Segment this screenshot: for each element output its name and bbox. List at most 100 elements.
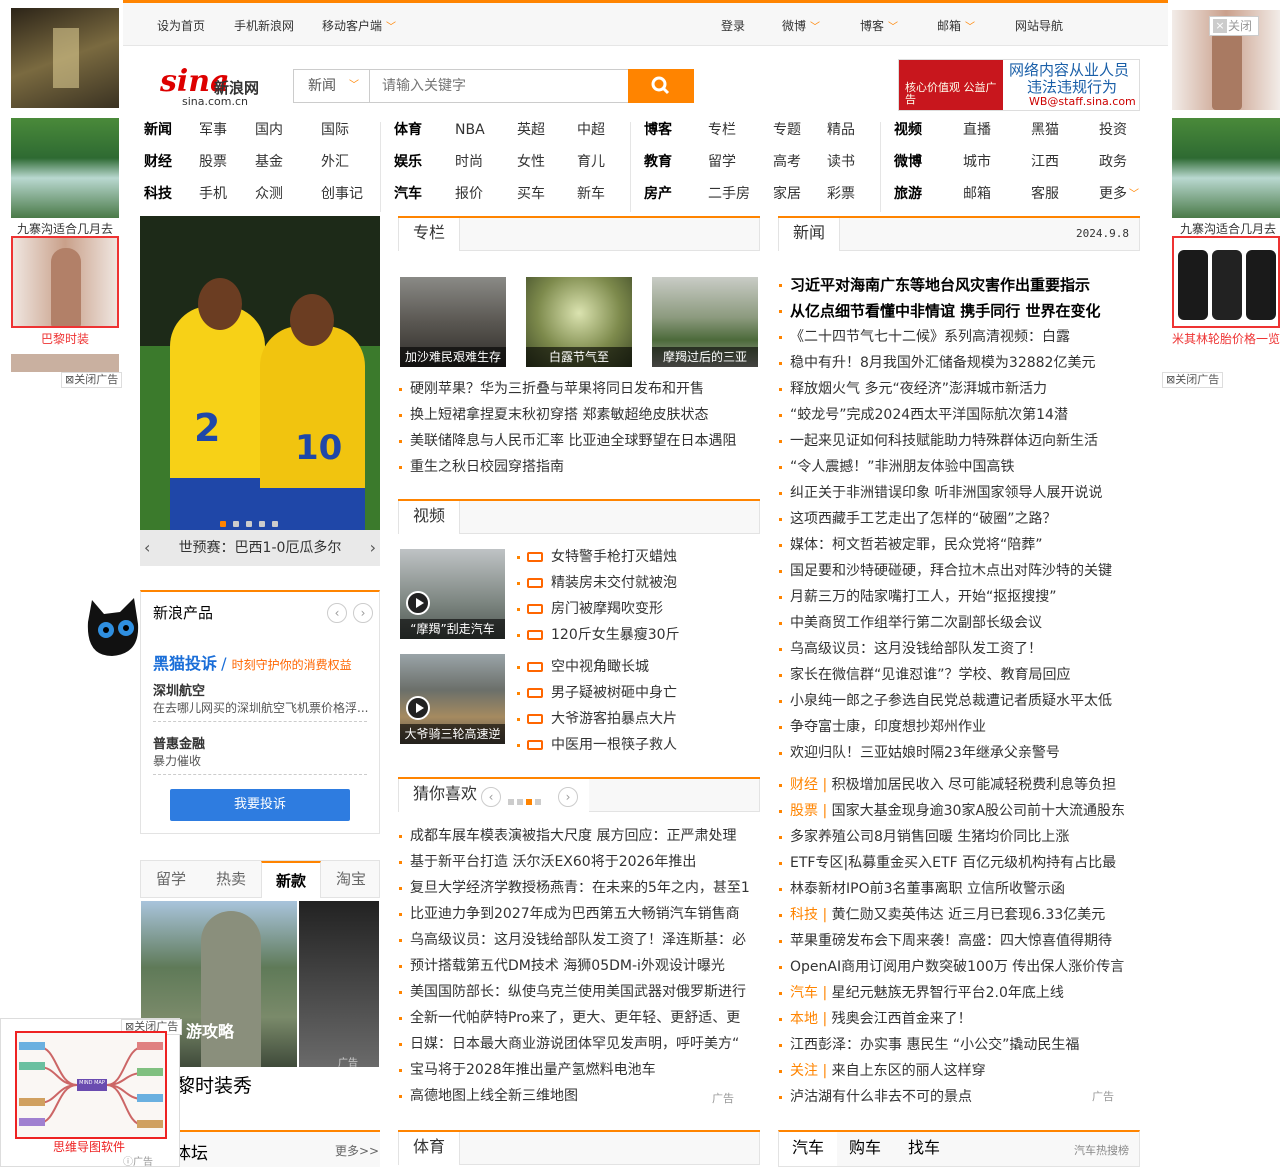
news-headline[interactable]: 习近平对海南广东等地台风灾害作出重要指示 bbox=[779, 272, 1140, 298]
carousel-dot[interactable] bbox=[233, 521, 239, 527]
video-item[interactable]: 120斤女生暴瘦30斤 bbox=[517, 622, 757, 648]
carousel-dot[interactable] bbox=[246, 521, 252, 527]
search-input[interactable] bbox=[372, 71, 622, 101]
chevron-left-icon[interactable]: ‹ bbox=[481, 787, 501, 807]
news-item[interactable]: 纠正关于非洲错误印象 听非洲国家领导人展开说说 bbox=[779, 480, 1140, 506]
nav-link[interactable]: 报价 bbox=[455, 185, 483, 203]
nav-link[interactable]: 基金 bbox=[255, 153, 283, 171]
thumb-gaza[interactable]: 加沙难民艰难生存 bbox=[400, 277, 506, 367]
weibo-menu[interactable]: 微博 ﹀ bbox=[782, 17, 820, 34]
news-tagged-item[interactable]: 林泰新材IPO前3名董事离职 立信所收警示函 bbox=[779, 876, 1140, 902]
nav-link[interactable]: 军事 bbox=[199, 121, 227, 139]
tab-liuxue[interactable]: 留学 bbox=[141, 861, 201, 898]
nav-link[interactable]: 娱乐 bbox=[394, 153, 422, 171]
news-item[interactable]: 国足要和沙特硬碰硬，拜合拉木点出对阵沙特的关键 bbox=[779, 558, 1140, 584]
chevron-right-icon[interactable]: › bbox=[370, 530, 376, 566]
ad-image-corridor[interactable] bbox=[11, 8, 119, 108]
news-item[interactable]: 这项西藏手工艺走出了怎样的“破圈”之路？ bbox=[779, 506, 1140, 532]
news-tagged-item[interactable]: 本地 | 残奥会江西首金来了！ bbox=[779, 1006, 1140, 1032]
nav-link[interactable]: 旅游 bbox=[894, 185, 922, 203]
news-item[interactable]: 争夺富士康，印度想抄郑州作业 bbox=[779, 714, 1140, 740]
video-item[interactable]: 房门被摩羯吹变形 bbox=[517, 596, 757, 622]
news-tagged-text[interactable]: 江西彭泽：办实事 惠民生 “小公交”撬动民生福 bbox=[790, 1037, 1079, 1053]
nav-link[interactable]: 投资 bbox=[1099, 121, 1127, 139]
news-tagged-item[interactable]: OpenAI商用订阅用户数突破100万 传出保人涨价传言 bbox=[779, 954, 1140, 980]
nav-link[interactable]: 众测 bbox=[255, 185, 283, 203]
chevron-left-icon[interactable]: ‹ bbox=[327, 603, 347, 623]
pager-dot[interactable] bbox=[508, 799, 514, 805]
search-category-select[interactable]: 新闻 ﹀ bbox=[294, 70, 370, 102]
news-tagged-item[interactable]: 江西彭泽：办实事 惠民生 “小公交”撬动民生福 bbox=[779, 1032, 1140, 1058]
nav-link[interactable]: 客服 bbox=[1031, 185, 1059, 203]
left-ad-caption-2[interactable]: 巴黎时装 bbox=[9, 330, 121, 347]
guess-item[interactable]: 复旦大学经济学教授杨燕青：在未来的5年之内，甚至1 bbox=[399, 875, 749, 901]
nav-link[interactable]: 育儿 bbox=[577, 153, 605, 171]
nav-link[interactable]: 专题 bbox=[773, 121, 801, 139]
nav-link[interactable]: 家居 bbox=[773, 185, 801, 203]
complaint-button[interactable]: 我要投诉 bbox=[170, 789, 350, 821]
chevron-left-icon[interactable]: ‹ bbox=[144, 530, 150, 566]
nav-link[interactable]: 更多 bbox=[1099, 185, 1127, 203]
video-item[interactable]: 空中视角瞰长城 bbox=[517, 654, 757, 680]
nav-link[interactable]: 科技 bbox=[144, 185, 172, 203]
guess-item[interactable]: 成都车展车模表演被指大尺度 展方回应：正严肃处理 bbox=[399, 823, 749, 849]
video-title[interactable]: 视频 bbox=[399, 501, 461, 534]
video-item[interactable]: 男子疑被树砸中身亡 bbox=[517, 680, 757, 706]
nav-link[interactable]: 中超 bbox=[577, 121, 605, 139]
video-thumb-1[interactable]: “摩羯”刮走汽车 bbox=[400, 549, 505, 639]
nav-link[interactable]: 邮箱 bbox=[963, 185, 991, 203]
nav-link[interactable]: 留学 bbox=[708, 153, 736, 171]
play-icon[interactable] bbox=[406, 696, 430, 720]
right-side-ad[interactable]: 九寨沟适合几月去 米其林轮胎价格一览 ⊠关闭广告 bbox=[1162, 8, 1280, 388]
guess-item[interactable]: 基于新平台打造 沃尔沃EX60将于2026年推出 bbox=[399, 849, 749, 875]
category-tag[interactable]: 汽车 bbox=[790, 985, 818, 1001]
category-tag[interactable]: 科技 bbox=[790, 907, 818, 923]
guess-item[interactable]: 预计搭载第五代DM技术 海狮05DM-i外观设计曝光 bbox=[399, 953, 749, 979]
nav-link[interactable]: 时尚 bbox=[455, 153, 483, 171]
sports-title[interactable]: 体育 bbox=[399, 1132, 461, 1165]
tab-remai[interactable]: 热卖 bbox=[201, 861, 261, 898]
news-tagged-text[interactable]: OpenAI商用订阅用户数突破100万 传出保人涨价传言 bbox=[790, 959, 1124, 975]
nav-link[interactable]: 国内 bbox=[255, 121, 283, 139]
news-tagged-text[interactable]: 国家大基金现身逾30家A股公司前十大流通股东 bbox=[832, 803, 1125, 819]
pager-dot[interactable] bbox=[526, 799, 532, 805]
nav-link[interactable]: 新车 bbox=[577, 185, 605, 203]
thumb-bailu[interactable]: 白露节气至 bbox=[526, 277, 632, 367]
carousel-dot[interactable] bbox=[272, 521, 278, 527]
more-link[interactable]: 更多>> bbox=[335, 1142, 379, 1159]
pager-dot[interactable] bbox=[535, 799, 541, 805]
chevron-right-icon[interactable]: › bbox=[558, 787, 578, 807]
video-item[interactable]: 中医用一根筷子救人 bbox=[517, 732, 757, 758]
news-item[interactable]: 欢迎归队！三亚姑娘时隔23年继承父亲警号 bbox=[779, 740, 1140, 766]
news-tagged-text[interactable]: 黄仁勋又卖英伟达 近三月已套现6.33亿美元 bbox=[832, 907, 1106, 923]
hero-image[interactable]: 2 10 bbox=[140, 216, 380, 566]
news-tagged-item[interactable]: ETF专区|私募重金买入ETF 百亿元级机构持有占比最 bbox=[779, 850, 1140, 876]
news-item[interactable]: “蛟龙号”完成2024西太平洋国际航次第14潜 bbox=[779, 402, 1140, 428]
hero-caption[interactable]: 世预赛：巴西1-0厄瓜多尔 bbox=[179, 540, 342, 556]
carousel-dot[interactable] bbox=[259, 521, 265, 527]
news-title[interactable]: 新闻 bbox=[779, 218, 841, 251]
nav-link[interactable]: 英超 bbox=[517, 121, 545, 139]
news-tagged-text[interactable]: 泸沽湖有什么非去不可的景点 bbox=[790, 1089, 972, 1105]
tab-auto[interactable]: 汽车 bbox=[779, 1132, 837, 1166]
ad-image-fashion[interactable] bbox=[11, 236, 119, 328]
product-item-2-title[interactable]: 普惠金融 bbox=[153, 733, 205, 752]
category-tag[interactable]: 关注 bbox=[790, 1063, 818, 1079]
blog-menu[interactable]: 博客 ﹀ bbox=[860, 17, 898, 34]
left-ad-close[interactable]: ⊠关闭广告 bbox=[61, 372, 123, 388]
guess-item[interactable]: 美国国防部长：纵使乌克兰使用美国武器对俄罗斯进行 bbox=[399, 979, 749, 1005]
guess-item[interactable]: 比亚迪力争到2027年成为巴西第五大畅销汽车销售商 bbox=[399, 901, 749, 927]
news-tagged-text[interactable]: 星纪元魅族无界智行平台2.0年底上线 bbox=[832, 985, 1064, 1001]
video-item[interactable]: 大爷游客拍暴点大片 bbox=[517, 706, 757, 732]
ad-image-waterfall[interactable] bbox=[11, 118, 119, 218]
nav-link[interactable]: 教育 bbox=[644, 153, 672, 171]
nav-link[interactable]: 股票 bbox=[199, 153, 227, 171]
float-ad-caption[interactable]: 思维导图软件 bbox=[53, 1138, 125, 1155]
nav-link[interactable]: 买车 bbox=[517, 185, 545, 203]
nav-link[interactable]: 房产 bbox=[644, 185, 672, 203]
news-tagged-item[interactable]: 关注 | 来自上东区的丽人这样穿 bbox=[779, 1058, 1140, 1084]
tab-content-image-2[interactable] bbox=[299, 901, 379, 1067]
product-item-2-desc[interactable]: 暴力催收 bbox=[153, 752, 201, 769]
product-item-1-desc[interactable]: 在去哪儿网买的深圳航空飞机票价格浮... bbox=[153, 699, 368, 716]
search-button[interactable] bbox=[628, 69, 694, 103]
